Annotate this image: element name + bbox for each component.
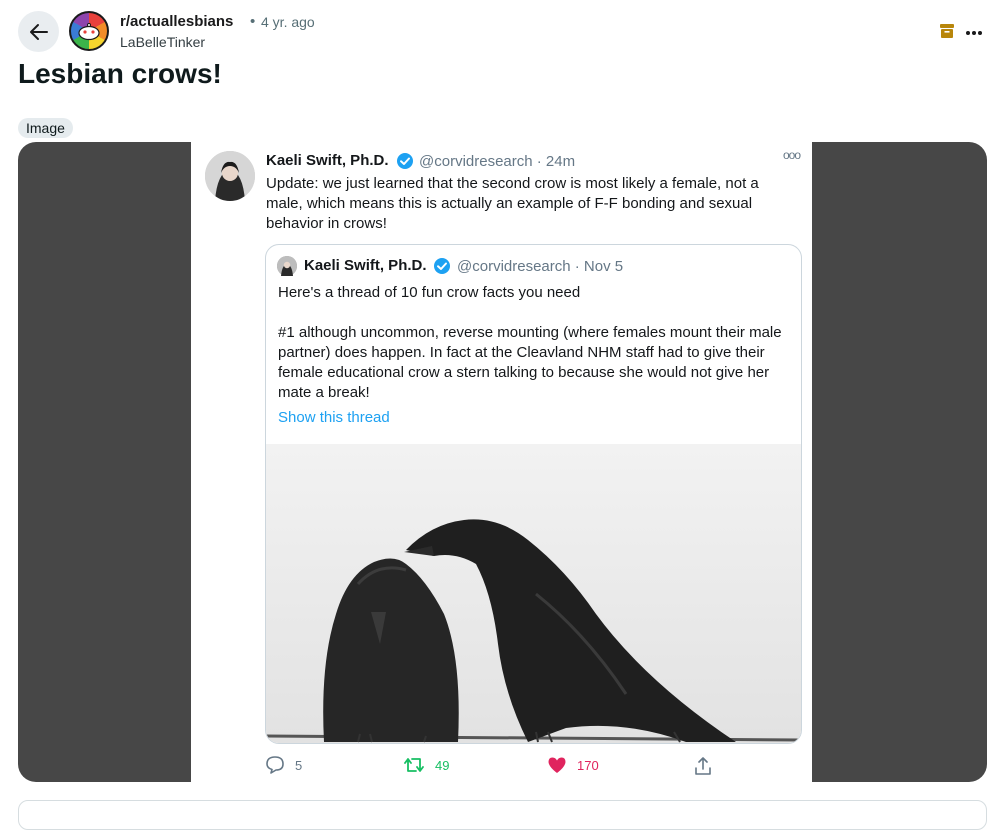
like-action: 170 xyxy=(547,756,599,774)
more-options-button[interactable] xyxy=(965,20,983,40)
share-icon xyxy=(695,757,711,775)
show-thread-link: Show this thread xyxy=(278,409,390,426)
quoted-tweet-avatar xyxy=(277,256,297,276)
tweet-more-icon: ooo xyxy=(783,148,801,162)
tweet-handle-time: @corvidresearch · 24m xyxy=(419,153,576,170)
subreddit-avatar[interactable] xyxy=(69,11,109,51)
crows-photo xyxy=(266,444,801,743)
post-flair[interactable]: Image xyxy=(18,118,73,138)
retweet-icon xyxy=(404,758,424,772)
share-action xyxy=(693,756,713,776)
verified-badge-icon xyxy=(433,257,451,280)
quoted-tweet-text: Here's a thread of 10 fun crow facts you… xyxy=(278,283,788,423)
tweet-text: Update: we just learned that the second … xyxy=(266,175,759,232)
quoted-tweet-handle-time: @corvidresearch · Nov 5 xyxy=(457,258,624,275)
more-horizontal-icon xyxy=(966,31,982,35)
quoted-tweet: Kaeli Swift, Ph.D. @corvidresearch · Nov… xyxy=(265,244,802,744)
tweet-screenshot: Kaeli Swift, Ph.D. @corvidresearch · 24m… xyxy=(191,142,812,782)
reply-action: 5 xyxy=(265,756,302,774)
tweet-actions: 5 49 170 xyxy=(191,756,812,780)
quoted-tweet-line-1: Here's a thread of 10 fun crow facts you… xyxy=(278,284,581,301)
separator-dot: • xyxy=(250,13,256,30)
post-image[interactable]: Kaeli Swift, Ph.D. @corvidresearch · 24m… xyxy=(18,142,987,782)
subreddit-name[interactable]: r/actuallesbians xyxy=(120,13,233,30)
retweet-count: 49 xyxy=(435,757,450,773)
tweet-avatar xyxy=(205,151,255,201)
quoted-tweet-line-2: #1 although uncommon, reverse mounting (… xyxy=(278,324,782,401)
post-age: 4 yr. ago xyxy=(261,14,315,30)
post-title: Lesbian crows! xyxy=(18,58,222,89)
comment-bar[interactable] xyxy=(18,800,987,830)
snoo-icon xyxy=(78,23,100,41)
like-count: 170 xyxy=(577,757,599,773)
reply-icon xyxy=(266,756,284,774)
reply-count: 5 xyxy=(295,757,303,773)
heart-icon xyxy=(548,757,566,773)
retweet-action: 49 xyxy=(403,756,449,774)
post-author[interactable]: LaBelleTinker xyxy=(120,34,205,50)
verified-badge-icon xyxy=(396,152,414,175)
tweet-author-name: Kaeli Swift, Ph.D. xyxy=(266,152,389,169)
archive-icon[interactable] xyxy=(940,24,954,43)
quoted-tweet-author-name: Kaeli Swift, Ph.D. xyxy=(304,257,427,274)
arrow-left-icon xyxy=(29,23,48,40)
back-button[interactable] xyxy=(18,11,59,52)
